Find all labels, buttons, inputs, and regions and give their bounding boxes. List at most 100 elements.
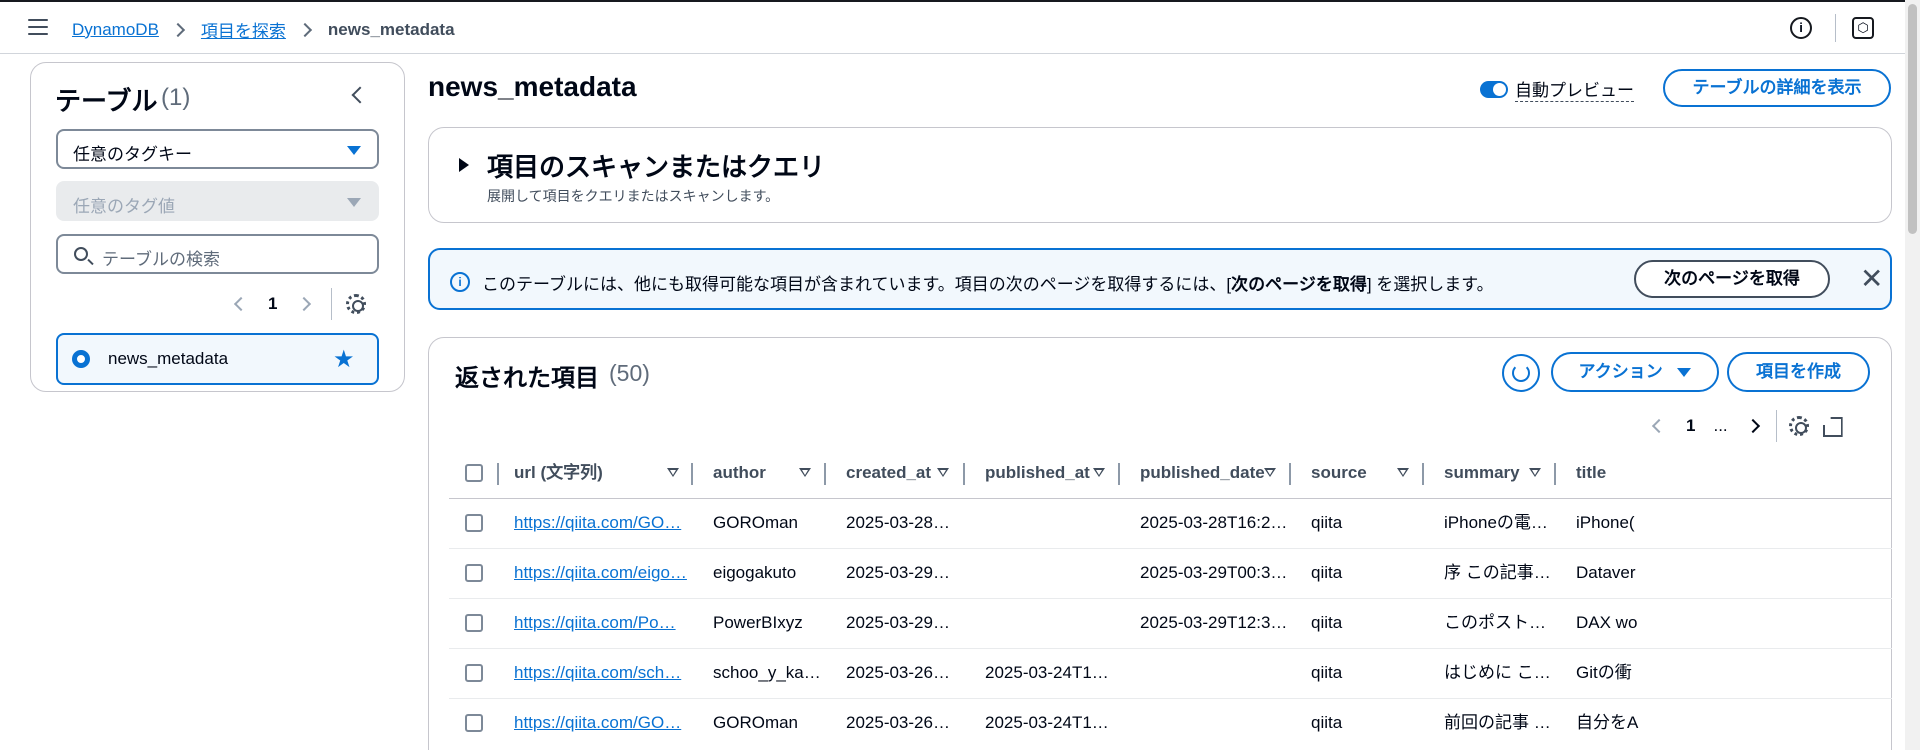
breadcrumb-current: news_metadata [327,19,455,39]
caret-down-icon [347,146,361,155]
previous-page-icon[interactable] [233,296,249,312]
breadcrumb-explore-items[interactable]: 項目を探索 [201,17,286,42]
info-icon: i [450,272,470,292]
table-row[interactable]: https://qiita.com/eigo… eigogakuto 2025-… [449,548,1892,598]
column-header-title[interactable]: title [1576,448,1606,498]
cell-url[interactable]: https://qiita.com/GO… [514,698,704,748]
column-header-summary[interactable]: summary [1444,448,1520,498]
row-checkbox[interactable] [465,514,483,532]
next-page-icon[interactable] [297,296,312,312]
sort-icon[interactable] [799,468,811,478]
pager-divider [1775,410,1777,442]
items-pagination: 1 ... [1651,410,1841,442]
caret-down-icon [1677,368,1692,378]
sort-icon[interactable] [1264,468,1276,478]
column-divider[interactable] [1422,463,1424,485]
row-checkbox[interactable] [465,564,483,582]
fullscreen-icon[interactable] [1823,417,1841,435]
scan-query-title[interactable]: 項目のスキャンまたはクエリ [487,147,825,184]
column-header-created-at[interactable]: created_at [846,448,931,498]
returned-items-panel: 返された項目 (50) アクション 項目を作成 1 ... url (文字列) … [428,337,1892,750]
menu-icon[interactable] [28,19,48,35]
row-checkbox[interactable] [465,714,483,732]
radio-selected[interactable] [72,350,90,368]
info-alert: i このテーブルには、他にも取得可能な項目が含まれています。項目の次のページを取… [428,248,1892,310]
cell-url[interactable]: https://qiita.com/eigo… [514,548,704,598]
column-header-author[interactable]: author [713,448,766,498]
table-row[interactable]: https://qiita.com/GO… GOROman 2025-03-28… [449,498,1892,548]
cell-author: eigogakuto [713,563,797,582]
column-header-url[interactable]: url (文字列) [514,448,603,498]
expand-caret-icon[interactable] [459,158,469,172]
cell-url[interactable]: https://qiita.com/Po… [514,598,704,648]
row-checkbox[interactable] [465,664,483,682]
auto-preview-toggle[interactable] [1480,81,1508,98]
get-next-page-button[interactable]: 次のページを取得 [1634,260,1830,298]
table-list-item[interactable]: news_metadata ★ [56,333,379,385]
cell-source: qiita [1311,613,1343,632]
column-divider[interactable] [824,463,826,485]
cell-author: schoo_y_ka… [713,663,821,682]
info-icon[interactable]: i [1790,17,1812,39]
column-header-published-at[interactable]: published_at [985,448,1090,498]
collapse-panel-icon[interactable] [351,86,369,104]
table-row[interactable]: https://qiita.com/GO… GOROman 2025-03-26… [449,698,1892,748]
column-divider[interactable] [1289,463,1291,485]
column-header-published-date[interactable]: published_date [1140,448,1265,498]
sort-icon[interactable] [1093,468,1105,478]
page-scrollbar[interactable] [1905,0,1920,750]
cell-published-date: 2025-03-29T12:3… [1140,613,1288,632]
create-item-button[interactable]: 項目を作成 [1727,352,1870,392]
tag-key-select[interactable]: 任意のタグキー [56,129,379,169]
column-divider[interactable] [1554,463,1556,485]
actions-label: アクション [1578,362,1663,381]
cell-url[interactable]: https://qiita.com/GO… [514,498,704,548]
cell-url[interactable]: https://qiita.com/sch… [514,648,704,698]
sort-icon[interactable] [667,468,679,478]
row-checkbox[interactable] [465,614,483,632]
gear-icon[interactable] [1788,416,1809,436]
select-all-checkbox[interactable] [465,464,483,482]
table-search-placeholder: テーブルの検索 [102,250,220,269]
next-page-icon[interactable] [1745,418,1760,434]
sort-icon[interactable] [1529,468,1541,478]
tag-value-placeholder: 任意のタグ値 [73,197,175,216]
chevron-right-icon [297,22,312,37]
refresh-icon[interactable] [1502,354,1540,392]
cell-title: Gitの衝 [1576,663,1632,682]
table-search-input[interactable]: テーブルの検索 [56,234,379,274]
auto-preview-label[interactable]: 自動プレビュー [1515,76,1634,102]
column-divider[interactable] [1118,463,1120,485]
chevron-right-icon [170,22,185,37]
scrollbar-thumb[interactable] [1908,4,1917,234]
cell-created-at: 2025-03-29… [846,613,950,632]
favorite-star-icon[interactable]: ★ [333,345,355,374]
previous-page-icon[interactable] [1651,418,1667,434]
cell-summary: はじめに こ… [1444,663,1551,682]
breadcrumb-dynamodb[interactable]: DynamoDB [72,20,159,40]
alert-text-bold: 次のページを取得 [1231,275,1367,294]
table-row[interactable]: https://qiita.com/Po… PowerBIxyz 2025-03… [449,598,1892,648]
current-page[interactable]: 1 [268,294,277,314]
sort-icon[interactable] [1397,468,1409,478]
scan-query-description: 展開して項目をクエリまたはスキャンします。 [487,188,780,204]
column-divider[interactable] [963,463,965,485]
settings-hexagon-icon[interactable]: ⬡ [1852,17,1874,39]
view-table-details-button[interactable]: テーブルの詳細を表示 [1663,69,1891,107]
actions-button[interactable]: アクション [1551,352,1719,392]
cell-author: GOROman [713,513,799,532]
cell-created-at: 2025-03-29… [846,563,950,582]
caret-down-icon [347,198,361,207]
sort-icon[interactable] [937,468,949,478]
current-page[interactable]: 1 [1686,416,1695,436]
close-icon[interactable]: ✕ [1860,265,1883,293]
cell-published-date: 2025-03-28T16:2… [1140,513,1288,532]
column-header-source[interactable]: source [1311,448,1367,498]
column-divider[interactable] [691,463,693,485]
table-row[interactable]: https://qiita.com/sch… schoo_y_ka… 2025-… [449,648,1892,698]
gear-icon[interactable] [346,294,367,314]
returned-items-title: 返された項目 [455,365,599,392]
cell-published-date [1140,698,1290,748]
cell-author: GOROman [713,713,799,732]
cell-published-at [985,498,1105,548]
